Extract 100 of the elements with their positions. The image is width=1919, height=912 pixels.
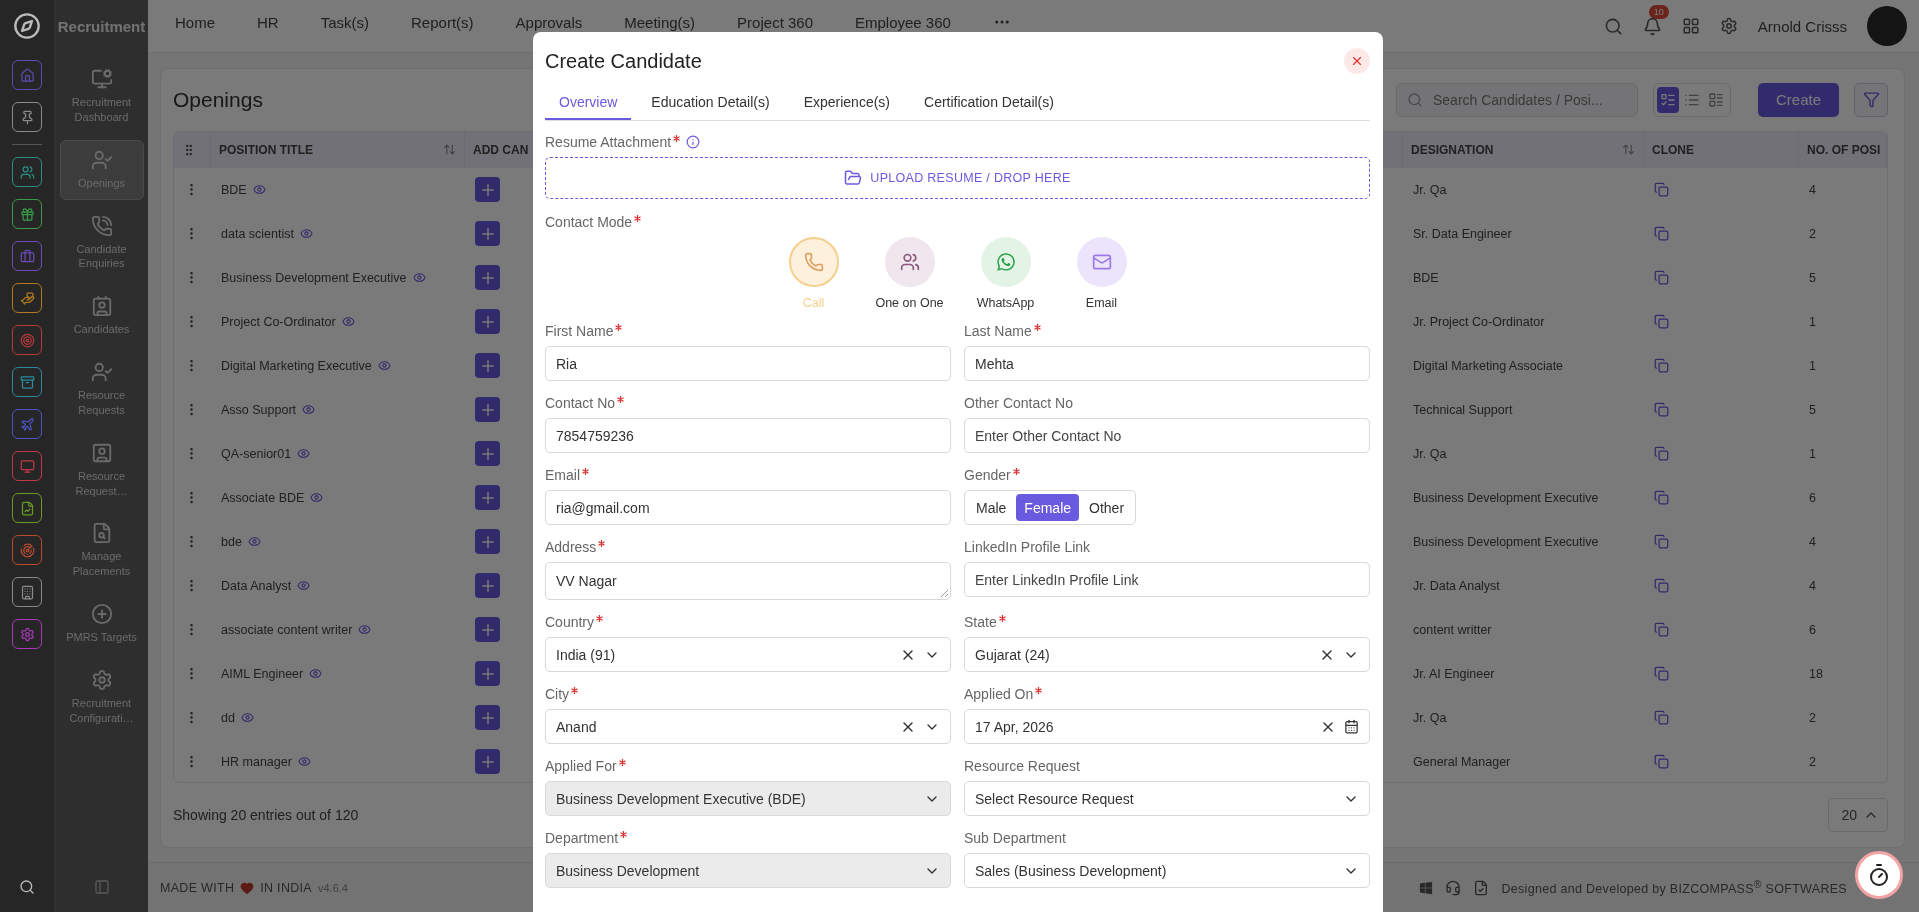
filter-button[interactable] [1854, 82, 1888, 117]
select-field[interactable]: India (91) [545, 637, 951, 672]
gender-option[interactable]: Male [968, 494, 1015, 521]
copy-icon[interactable] [1654, 578, 1669, 594]
add-candidate-button[interactable] [475, 309, 500, 335]
add-candidate-button[interactable] [475, 529, 500, 555]
gender-option[interactable]: Other [1081, 494, 1133, 521]
add-candidate-button[interactable] [475, 265, 500, 291]
apps-grid-icon[interactable] [1681, 17, 1700, 35]
copy-icon[interactable] [1654, 358, 1669, 374]
avatar[interactable] [1867, 6, 1907, 46]
copy-icon[interactable] [1654, 534, 1669, 550]
module-button[interactable] [12, 535, 42, 565]
headset-icon[interactable] [1445, 879, 1462, 896]
textarea-field[interactable]: VV Nagar [545, 562, 951, 600]
module-button[interactable] [12, 451, 42, 481]
tab[interactable]: Certification Detail(s) [910, 86, 1068, 120]
notification-bell-icon[interactable] [1642, 16, 1662, 36]
eye-icon[interactable] [297, 579, 311, 593]
sort-icon[interactable] [443, 143, 456, 157]
document-check-icon[interactable] [1473, 879, 1490, 896]
info-icon[interactable] [686, 135, 701, 149]
text-field[interactable]: Mehta [964, 346, 1370, 381]
nav-link[interactable]: Report(s) [411, 13, 474, 31]
close-button[interactable] [1344, 48, 1370, 74]
add-candidate-button[interactable] [475, 353, 500, 379]
eye-icon[interactable] [247, 535, 261, 549]
copy-icon[interactable] [1654, 710, 1669, 726]
copy-icon[interactable] [1654, 754, 1669, 770]
select-field[interactable]: Anand [545, 709, 951, 744]
module-button[interactable] [12, 409, 42, 439]
add-candidate-button[interactable] [475, 573, 500, 599]
settings-icon[interactable] [1719, 17, 1738, 35]
contact-mode-option[interactable]: One on One [874, 237, 945, 310]
nav-link[interactable]: Task(s) [320, 13, 370, 31]
add-candidate-button[interactable] [475, 705, 500, 731]
user-name[interactable]: Arnold Crisss [1757, 17, 1847, 35]
create-button[interactable]: Create [1757, 82, 1839, 117]
eye-icon[interactable] [302, 403, 316, 417]
upload-dropzone[interactable]: UPLOAD RESUME / DROP HERE [545, 157, 1370, 199]
module-button[interactable] [12, 199, 42, 229]
windows-icon[interactable] [1419, 880, 1434, 895]
eye-icon[interactable] [252, 183, 266, 197]
add-candidate-button[interactable] [475, 177, 500, 203]
module-button[interactable] [12, 102, 42, 132]
sort-icon[interactable] [1622, 143, 1635, 157]
nav-link[interactable]: Employee 360 [855, 13, 951, 31]
contact-mode-option[interactable]: WhatsApp [970, 237, 1041, 310]
collapse-sidebar-icon[interactable] [93, 879, 110, 895]
search-field[interactable]: Search Candidates / Posi... [1395, 82, 1638, 117]
eye-icon[interactable] [358, 623, 372, 637]
text-field[interactable]: ria@gmail.com [545, 490, 951, 525]
copy-icon[interactable] [1654, 270, 1669, 286]
copy-icon[interactable] [1654, 446, 1669, 462]
date-field[interactable]: 17 Apr, 2026 [964, 709, 1370, 744]
add-candidate-button[interactable] [475, 397, 500, 423]
eye-icon[interactable] [240, 711, 254, 725]
page-size-select[interactable]: 20 [1828, 798, 1888, 833]
copy-icon[interactable] [1654, 402, 1669, 418]
select-field[interactable]: Gujarat (24) [964, 637, 1370, 672]
add-candidate-button[interactable] [475, 221, 500, 247]
tab[interactable]: Experience(s) [789, 86, 904, 120]
module-button[interactable] [12, 241, 42, 271]
select-field[interactable]: Select Resource Request [964, 781, 1370, 816]
add-candidate-button[interactable] [475, 749, 500, 775]
module-button[interactable] [12, 60, 42, 90]
search-icon[interactable] [1603, 16, 1623, 36]
copy-icon[interactable] [1654, 622, 1669, 638]
nav-link[interactable]: Meeting(s) [624, 13, 696, 31]
nav-link[interactable]: HR [257, 13, 279, 31]
copy-icon[interactable] [1654, 314, 1669, 330]
eye-icon[interactable] [412, 271, 426, 285]
module-button[interactable] [12, 325, 42, 355]
module-button[interactable] [12, 157, 42, 187]
calendar-icon[interactable] [1344, 719, 1359, 734]
eye-icon[interactable] [309, 667, 323, 681]
add-candidate-button[interactable] [475, 617, 500, 643]
gender-option[interactable]: Female [1016, 494, 1080, 521]
select-field[interactable]: Sales (Business Development) [964, 853, 1370, 888]
column-header[interactable]: DESIGNATION [1403, 131, 1644, 168]
text-field[interactable]: 7854759236 [545, 418, 951, 453]
add-candidate-button[interactable] [475, 441, 500, 467]
eye-icon[interactable] [297, 447, 311, 461]
copy-icon[interactable] [1654, 182, 1669, 198]
text-field[interactable]: Enter LinkedIn Profile Link [964, 562, 1370, 597]
view-toggle-button[interactable] [1656, 86, 1679, 113]
eye-icon[interactable] [299, 227, 313, 241]
module-button[interactable] [12, 619, 42, 649]
nav-link[interactable]: Approvals [515, 13, 583, 31]
module-button[interactable] [12, 367, 42, 397]
search-icon[interactable] [19, 879, 35, 895]
tab[interactable]: Education Detail(s) [637, 86, 784, 120]
text-field[interactable]: Ria [545, 346, 951, 381]
module-button[interactable] [12, 283, 42, 313]
eye-icon[interactable] [341, 315, 355, 329]
copy-icon[interactable] [1654, 666, 1669, 682]
copy-icon[interactable] [1654, 226, 1669, 242]
nav-link[interactable]: Home [175, 13, 215, 31]
text-field[interactable]: Enter Other Contact No [964, 418, 1370, 453]
nav-link[interactable]: Project 360 [737, 13, 813, 31]
